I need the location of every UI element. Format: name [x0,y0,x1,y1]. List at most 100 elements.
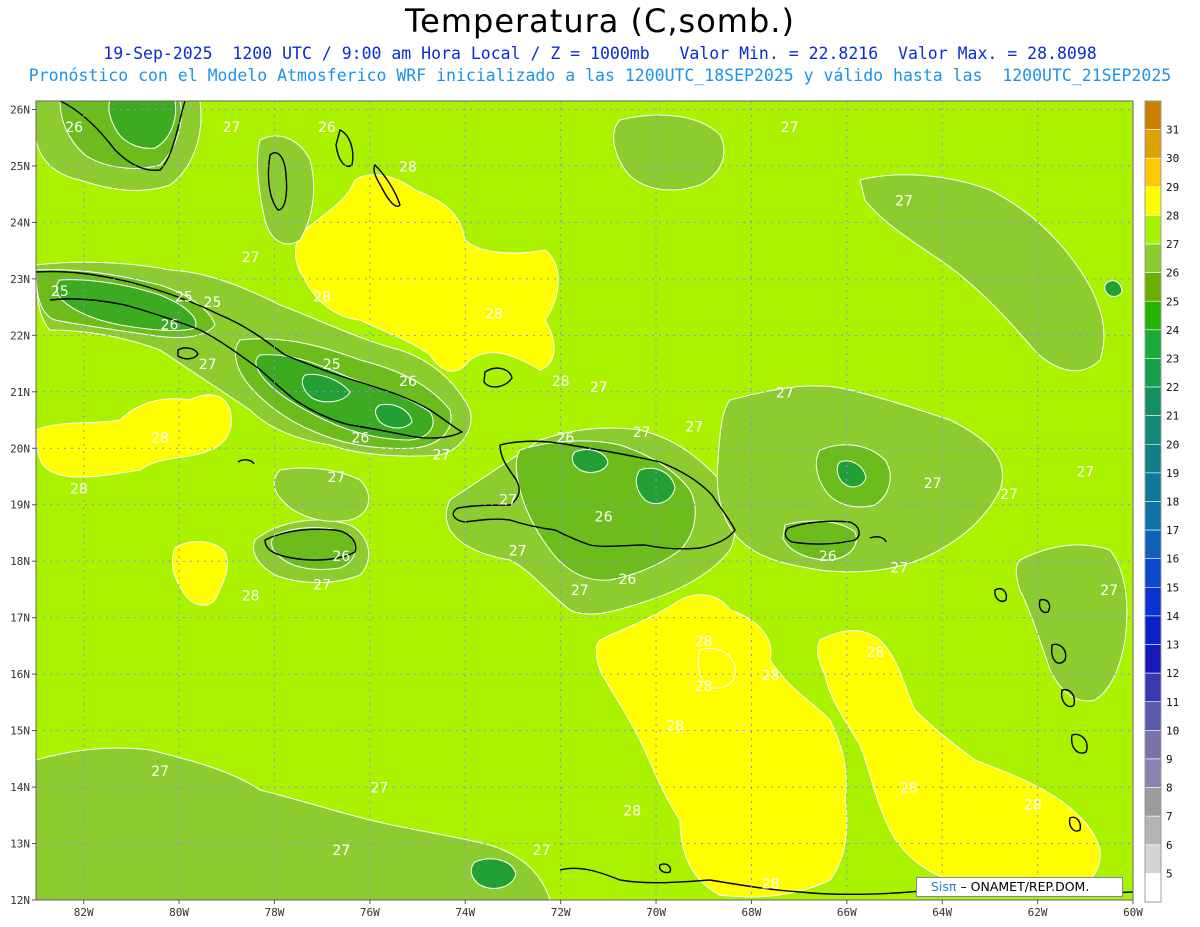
colorbar-swatch [1144,472,1162,502]
lat-label: 20N [10,442,30,455]
lon-label: 72W [551,906,571,919]
colorbar-label: 31 [1166,124,1179,137]
colorbar-label: 10 [1166,724,1179,737]
colorbar-swatch [1144,873,1162,903]
contour-label: 27 [590,380,608,396]
colorbar-swatch [1144,587,1162,617]
contour-label: 27 [685,419,703,435]
lon-label: 62W [1028,906,1048,919]
contour-label: 27 [895,193,913,209]
lat-label: 19N [10,499,30,512]
colorbar-label: 20 [1166,438,1179,451]
contour-label: 27 [571,583,589,599]
contour-label: 28 [695,634,713,650]
contour-label: 27 [633,425,651,441]
contour-label: 27 [332,843,350,859]
colorbar-swatch [1144,672,1162,703]
colorbar-label: 21 [1166,410,1179,423]
colorbar-label: 14 [1166,610,1180,623]
colorbar-label: 24 [1166,324,1180,337]
colorbar-swatch [1144,329,1162,359]
contour-label: 26 [595,510,613,526]
lon-label: 78W [265,906,285,919]
contour-label: 27 [223,120,241,136]
colorbar-label: 17 [1166,524,1179,537]
contour-label: 26 [557,431,575,447]
contour-label: 28 [867,645,885,661]
colorbar-swatch [1144,415,1162,445]
colorbar-label: 18 [1166,496,1179,509]
contour-label: 27 [1000,487,1018,503]
colorbar-swatch [1144,100,1162,130]
contour-label: 28 [666,719,684,735]
contour-label: 28 [552,374,570,390]
lon-label: 82W [74,906,94,919]
lon-axis: 82W 80W 78W 76W 74W 72W 70W 68W 66W 64W 62W 60W [74,900,1143,919]
contour-label: 26 [819,549,837,565]
colorbar-swatch [1144,558,1162,588]
contour-label: 25 [51,284,69,300]
colorbar-label: 29 [1166,181,1179,194]
colorbar-label: 23 [1166,352,1179,365]
lat-label: 15N [10,725,30,738]
contour-label: 28 [762,668,780,684]
colorbar-swatch [1144,243,1162,273]
contour-label: 26 [318,120,336,136]
contour-label: 26 [65,120,83,136]
contour-label: 28 [900,781,918,797]
colorbar-swatch [1144,157,1162,188]
contour-label: 26 [619,572,637,588]
contour-label: 25 [175,289,193,305]
contour-label: 28 [151,431,169,447]
lon-label: 76W [360,906,380,919]
contour-label: 28 [762,877,780,893]
colorbar-swatch [1144,272,1162,302]
colorbar-swatch [1144,701,1162,731]
colorbar-swatch [1144,443,1162,474]
lat-label: 25N [10,160,30,173]
contour-label: 26 [399,374,417,390]
sispi-logo: Sisπ [931,879,957,894]
contour-label: 27 [890,560,908,576]
colorbar-swatch [1144,129,1162,159]
colorbar-swatch [1144,358,1162,388]
contour-label: 27 [1076,465,1094,481]
lat-label: 12N [10,894,30,907]
colorbar-swatch [1144,644,1162,674]
colorbar-label: 6 [1166,839,1173,852]
colorbar-label: 26 [1166,267,1179,280]
lon-label: 64W [932,906,952,919]
colorbar-label: 27 [1166,238,1179,251]
lon-label: 60W [1123,906,1143,919]
lat-label: 22N [10,329,30,342]
contour-label: 25 [204,295,222,311]
lat-label: 23N [10,273,30,286]
colorbar-swatch [1144,815,1162,846]
colorbar-label: 25 [1166,295,1179,308]
colorbar-label: 22 [1166,381,1179,394]
lat-label: 24N [10,216,30,229]
contour-label: 27 [328,470,346,486]
credit-org: – ONAMET/REP.DOM. [960,879,1090,894]
contour-label: 27 [781,120,799,136]
contour-label: 27 [1100,583,1118,599]
lat-label: 21N [10,386,30,399]
colorbar-swatch [1144,501,1162,531]
contour-label: 27 [151,764,169,780]
contour-label: 26 [161,318,179,334]
contour-label: 28 [695,679,713,695]
contour-label: 28 [485,306,503,322]
colorbar-label: 15 [1166,581,1179,594]
contour-label: 27 [242,250,260,266]
colorbar-label: 19 [1166,467,1179,480]
contour-label: 25 [323,357,341,373]
lon-label: 80W [169,906,189,919]
colorbar-label: 8 [1166,782,1173,795]
contour-label: 27 [776,385,794,401]
lon-label: 68W [741,906,761,919]
contour-label: 27 [499,493,517,509]
lat-label: 14N [10,781,30,794]
contour-label: 28 [623,803,641,819]
contour-label: 27 [533,843,551,859]
colorbar-label: 28 [1166,209,1179,222]
